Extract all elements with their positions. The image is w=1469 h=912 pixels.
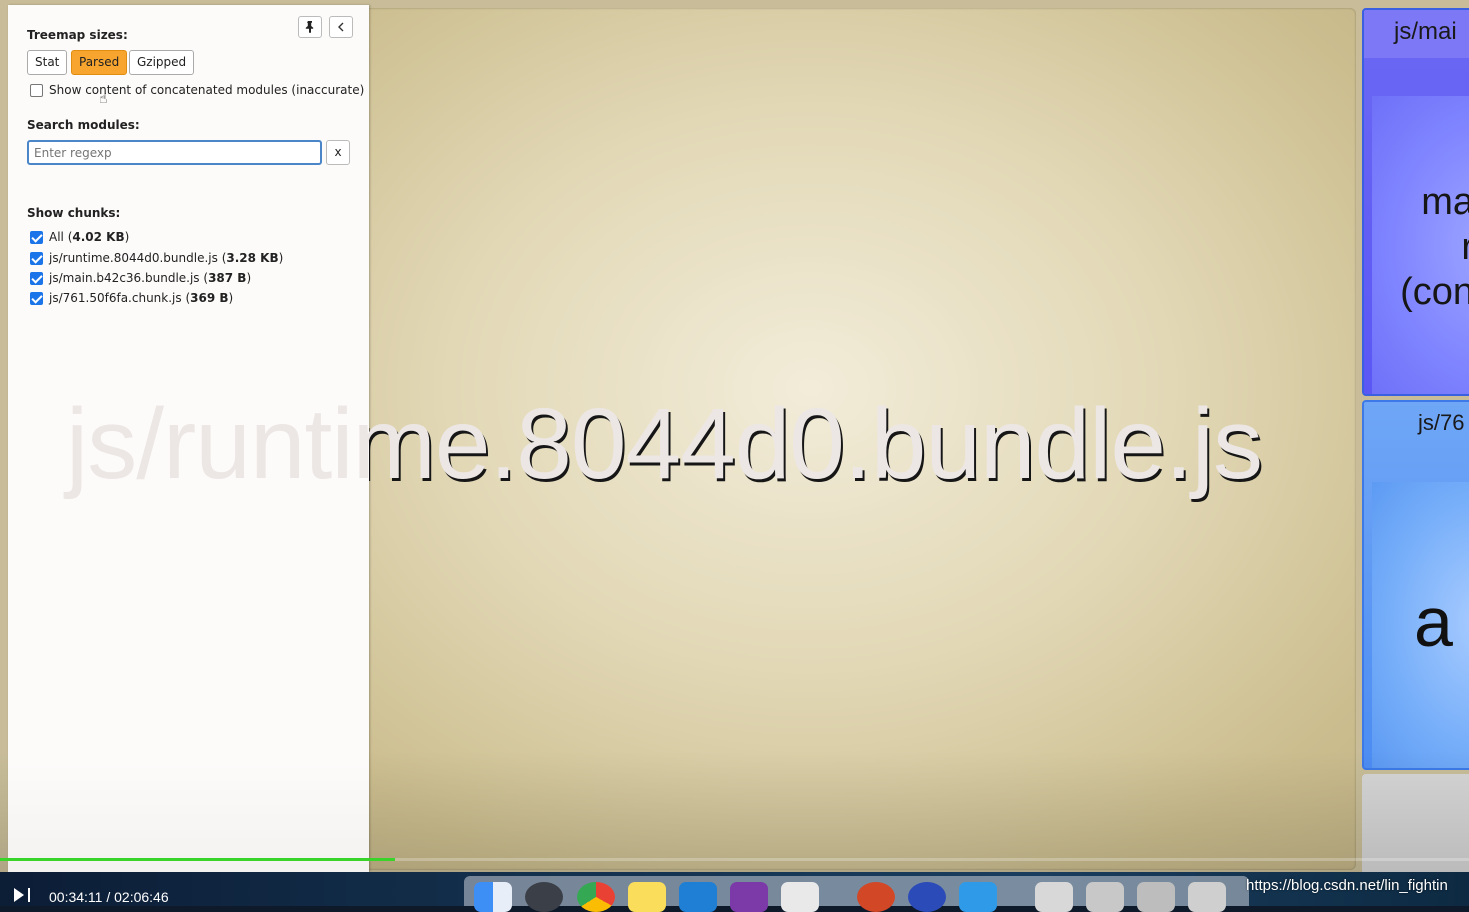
chunk-item-main[interactable]: js/main.b42c36.bundle.js (387 B) <box>30 271 251 285</box>
app-arrow-icon[interactable] <box>959 882 997 912</box>
treemap-sizes-title: Treemap sizes: <box>27 28 128 42</box>
chunk-name: js/761.50f6fa.chunk.js <box>49 291 182 305</box>
source-watermark: https://blog.csdn.net/lin_fightin <box>1246 877 1448 894</box>
chunk-size: 387 B <box>208 271 247 285</box>
chunk-item-all[interactable]: All (4.02 KB) <box>30 230 129 244</box>
chunk-item-runtime[interactable]: js/runtime.8044d0.bundle.js (3.28 KB) <box>30 251 283 265</box>
collapse-sidebar-button[interactable] <box>329 16 353 38</box>
chunk-checkbox[interactable] <box>30 271 43 285</box>
typora-icon[interactable] <box>781 882 819 912</box>
video-timecode: 00:34:11 / 02:06:46 <box>49 889 169 905</box>
chunk-size: 369 B <box>190 291 229 305</box>
sidebar: js/runtime.8044d0.bundle.js Treemap size… <box>8 5 1263 872</box>
main-module-line-1: ma <box>1421 181 1469 223</box>
chunk-size: 4.02 KB <box>72 230 125 244</box>
chevron-left-icon <box>338 22 344 32</box>
main-module-line-3: (con <box>1400 271 1469 313</box>
window-thumbnail-icon[interactable] <box>1086 882 1124 912</box>
hand-cursor-icon: ☝ <box>99 91 108 107</box>
search-modules-title: Search modules: <box>27 118 140 132</box>
trash-icon[interactable] <box>1188 882 1226 912</box>
chunk-checkbox[interactable] <box>30 251 43 265</box>
show-chunks-title: Show chunks: <box>27 206 121 220</box>
chunk-name: js/runtime.8044d0.bundle.js <box>49 251 218 265</box>
main-module-line-2: r <box>1384 225 1469 270</box>
screen-recorder-icon[interactable] <box>908 882 946 912</box>
size-parsed-button[interactable]: Parsed <box>71 50 128 75</box>
chunk-name: js/main.b42c36.bundle.js <box>49 271 200 285</box>
next-icon-bar <box>28 888 30 902</box>
size-stat-button[interactable]: Stat <box>27 50 68 75</box>
concat-modules-checkbox[interactable] <box>30 83 43 97</box>
vscode-icon[interactable] <box>679 882 717 912</box>
window-thumbnail-icon[interactable] <box>1137 882 1175 912</box>
finder-icon[interactable] <box>474 882 512 912</box>
search-clear-button[interactable]: x <box>326 140 350 165</box>
video-progress-fill <box>0 858 396 861</box>
search-input[interactable] <box>27 140 322 165</box>
treemap-cell-main[interactable]: js/mai ma r (con <box>1362 8 1469 396</box>
treemap-cell-main-label: js/mai <box>1364 10 1469 58</box>
size-gzipped-button[interactable]: Gzipped <box>129 50 195 75</box>
chunk-name: All <box>49 230 64 244</box>
launchpad-icon[interactable] <box>525 882 563 912</box>
play-icon[interactable] <box>14 888 24 902</box>
chunk-checkbox[interactable] <box>30 230 43 244</box>
chunk-size: 3.28 KB <box>226 251 279 265</box>
pin-icon <box>305 21 314 33</box>
onenote-icon[interactable] <box>730 882 768 912</box>
concat-modules-label: Show content of concatenated modules (in… <box>49 83 365 97</box>
chunk-item-761[interactable]: js/761.50f6fa.chunk.js (369 B) <box>30 291 233 305</box>
powerpoint-icon[interactable] <box>857 882 895 912</box>
chunk-checkbox[interactable] <box>30 291 43 305</box>
sidebar-bottom-fade <box>8 762 369 872</box>
concat-modules-option[interactable]: Show content of concatenated modules (in… <box>30 83 364 97</box>
notes-icon[interactable] <box>628 882 666 912</box>
documents-folder-icon[interactable] <box>1035 882 1073 912</box>
treemap-cell-761-label: js/76 <box>1418 410 1465 435</box>
treemap-cell-main-module-label: ma r (con <box>1384 180 1469 315</box>
pin-sidebar-button[interactable] <box>298 16 322 38</box>
treemap-cell-761-module-label: a <box>1414 583 1453 661</box>
treemap-cell-761[interactable]: js/76 a <box>1362 400 1469 770</box>
chrome-icon[interactable] <box>577 882 615 912</box>
